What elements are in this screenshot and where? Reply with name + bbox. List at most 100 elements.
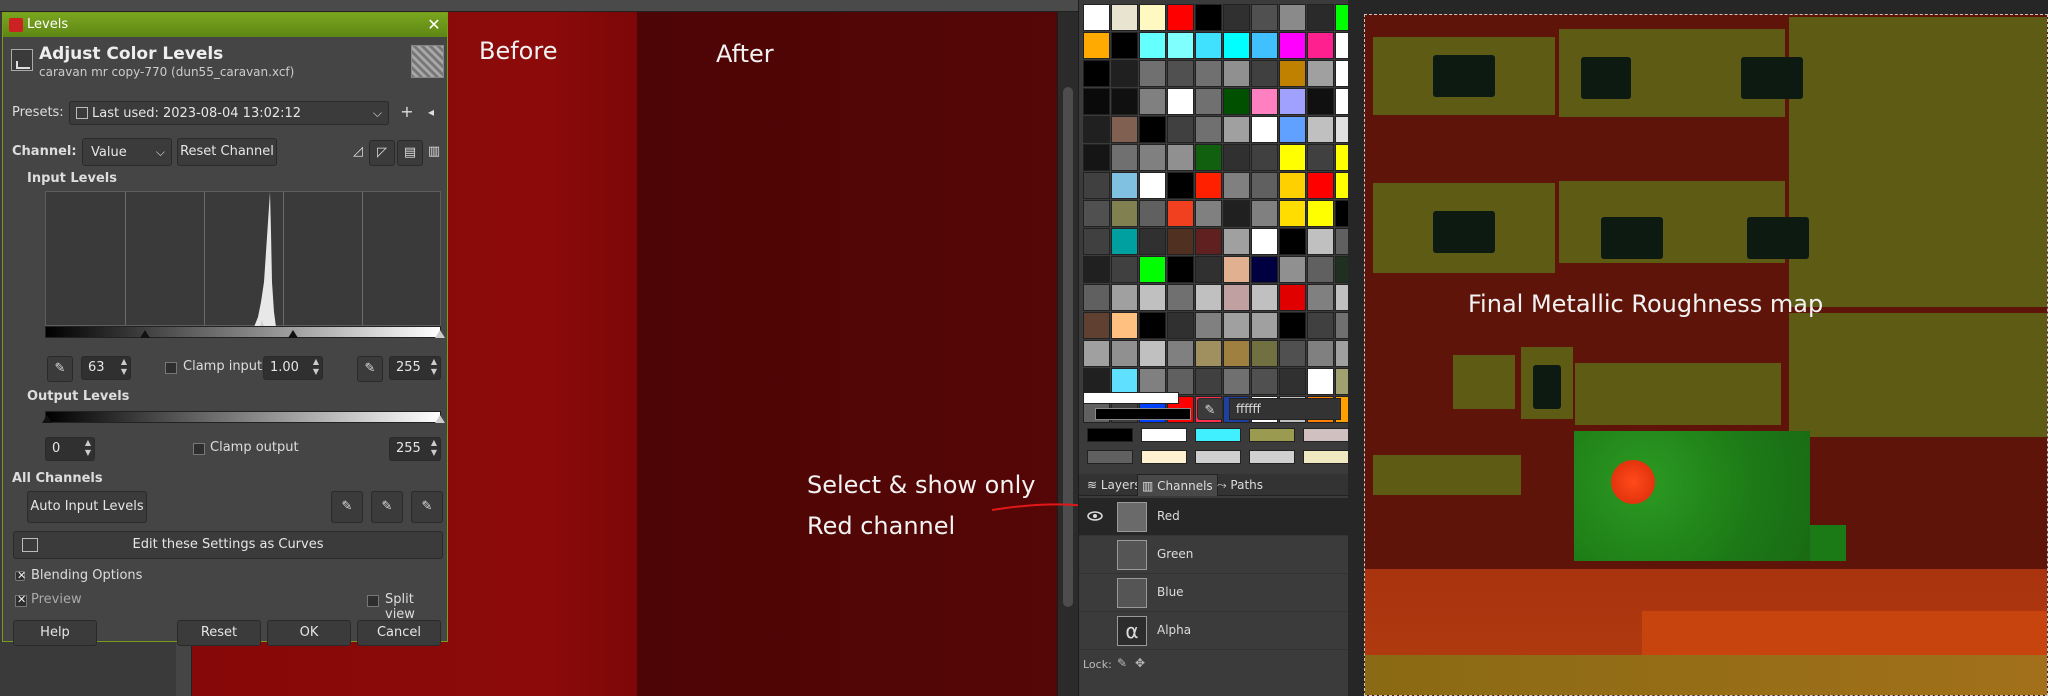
output-high-spinner[interactable]: 255 ▲ ▼	[389, 437, 441, 461]
palette-swatch[interactable]	[1223, 60, 1250, 87]
palette-swatch[interactable]	[1083, 116, 1110, 143]
help-button[interactable]: Help	[13, 620, 97, 646]
palette-swatch[interactable]	[1139, 144, 1166, 171]
palette-swatch[interactable]	[1223, 172, 1250, 199]
palette-swatch[interactable]	[1307, 4, 1334, 31]
channel-row-green[interactable]: Green	[1079, 536, 1349, 574]
channel-row-alpha[interactable]: α Alpha	[1079, 612, 1349, 650]
palette-swatch[interactable]	[1111, 284, 1138, 311]
palette-swatch[interactable]	[1167, 116, 1194, 143]
palette-swatch[interactable]	[1167, 32, 1194, 59]
palette-swatch[interactable]	[1167, 312, 1194, 339]
recent-color-swatch[interactable]	[1195, 450, 1241, 464]
palette-swatch[interactable]	[1083, 256, 1110, 283]
palette-swatch[interactable]	[1279, 312, 1306, 339]
palette-swatch[interactable]	[1167, 88, 1194, 115]
palette-swatch[interactable]	[1307, 312, 1334, 339]
palette-swatch[interactable]	[1223, 116, 1250, 143]
palette-swatch[interactable]	[1251, 4, 1278, 31]
input-gamma-handle[interactable]	[288, 330, 298, 338]
palette-swatch[interactable]	[1083, 88, 1110, 115]
palette-swatch[interactable]	[1251, 144, 1278, 171]
palette-swatch[interactable]	[1195, 60, 1222, 87]
add-preset-icon[interactable]: +	[397, 101, 417, 125]
palette-swatch[interactable]	[1195, 116, 1222, 143]
palette-swatch[interactable]	[1111, 200, 1138, 227]
input-high-handle[interactable]	[435, 330, 445, 338]
palette-swatch[interactable]	[1251, 228, 1278, 255]
histogram-mode-alt-icon[interactable]: ▥	[423, 140, 445, 166]
palette-swatch[interactable]	[1083, 32, 1110, 59]
palette-swatch[interactable]	[1111, 60, 1138, 87]
palette-swatch[interactable]	[1307, 256, 1334, 283]
presets-dropdown[interactable]: Last used: 2023-08-04 13:02:12 ⌵	[69, 101, 389, 125]
palette-swatch[interactable]	[1139, 88, 1166, 115]
edit-as-curves-button[interactable]: Edit these Settings as Curves	[13, 531, 443, 559]
palette-swatch[interactable]	[1307, 172, 1334, 199]
palette-swatch[interactable]	[1251, 340, 1278, 367]
spinner-arrows-icon[interactable]: ▲ ▼	[431, 438, 437, 458]
palette-swatch[interactable]	[1139, 60, 1166, 87]
palette-swatch[interactable]	[1111, 256, 1138, 283]
palette-swatch[interactable]	[1111, 228, 1138, 255]
recent-color-swatch[interactable]	[1303, 450, 1349, 464]
palette-swatch[interactable]	[1111, 88, 1138, 115]
clamp-output-checkbox[interactable]	[193, 443, 205, 455]
palette-swatch[interactable]	[1139, 340, 1166, 367]
foreground-color-swatch[interactable]	[1083, 392, 1179, 404]
input-high-spinner[interactable]: 255 ▲ ▼	[389, 356, 441, 380]
palette-swatch[interactable]	[1279, 4, 1306, 31]
palette-swatch[interactable]	[1167, 256, 1194, 283]
palette-swatch[interactable]	[1251, 32, 1278, 59]
palette-swatch[interactable]	[1251, 200, 1278, 227]
palette-swatch[interactable]	[1111, 368, 1138, 395]
palette-swatch[interactable]	[1251, 88, 1278, 115]
ok-button[interactable]: OK	[267, 620, 351, 646]
output-high-handle[interactable]	[435, 415, 445, 423]
scrollbar-thumb[interactable]	[1063, 87, 1073, 607]
output-low-spinner[interactable]: 0 ▲ ▼	[45, 437, 95, 461]
palette-swatch[interactable]	[1279, 60, 1306, 87]
palette-swatch[interactable]	[1083, 340, 1110, 367]
palette-swatch[interactable]	[1083, 368, 1110, 395]
palette-swatch[interactable]	[1279, 340, 1306, 367]
palette-swatch[interactable]	[1307, 284, 1334, 311]
palette-swatch[interactable]	[1111, 312, 1138, 339]
palette-swatch[interactable]	[1307, 228, 1334, 255]
preset-menu-icon[interactable]: ◂	[421, 101, 441, 125]
color-picker-icon[interactable]: ✎	[1197, 398, 1223, 420]
lock-position-icon[interactable]: ✥	[1135, 656, 1145, 670]
palette-swatch[interactable]	[1279, 88, 1306, 115]
palette-swatch[interactable]	[1167, 60, 1194, 87]
palette-swatch[interactable]	[1083, 4, 1110, 31]
palette-swatch[interactable]	[1223, 32, 1250, 59]
palette-swatch[interactable]	[1083, 284, 1110, 311]
spinner-arrows-icon[interactable]: ▲ ▼	[121, 357, 127, 377]
recent-color-swatch[interactable]	[1249, 428, 1295, 442]
palette-swatch[interactable]	[1251, 172, 1278, 199]
palette-swatch[interactable]	[1111, 116, 1138, 143]
dialog-title-bar[interactable]: Levels ✕	[3, 13, 447, 37]
palette-swatch[interactable]	[1195, 228, 1222, 255]
canvas-vertical-scrollbar[interactable]	[1057, 12, 1078, 696]
split-view-checkbox[interactable]	[367, 595, 379, 607]
palette-swatch[interactable]	[1195, 200, 1222, 227]
channel-dropdown[interactable]: Value ⌵	[82, 138, 172, 166]
cancel-button[interactable]: Cancel	[357, 620, 441, 646]
palette-swatch[interactable]	[1167, 144, 1194, 171]
palette-swatch[interactable]	[1279, 368, 1306, 395]
palette-swatch[interactable]	[1167, 228, 1194, 255]
background-color-swatch[interactable]	[1095, 408, 1191, 420]
blending-options-expander[interactable]: Blending Options	[31, 568, 142, 583]
spinner-arrows-icon[interactable]: ▲ ▼	[431, 357, 437, 377]
palette-swatch[interactable]	[1279, 116, 1306, 143]
palette-swatch[interactable]	[1279, 144, 1306, 171]
palette-swatch[interactable]	[1223, 312, 1250, 339]
input-low-handle[interactable]	[140, 330, 150, 338]
recent-color-swatch[interactable]	[1087, 450, 1133, 464]
palette-swatch[interactable]	[1139, 228, 1166, 255]
palette-swatch[interactable]	[1223, 200, 1250, 227]
log-histogram-icon[interactable]: ◸	[369, 140, 395, 166]
palette-swatch[interactable]	[1195, 172, 1222, 199]
lock-pixels-icon[interactable]: ✎	[1117, 656, 1127, 670]
